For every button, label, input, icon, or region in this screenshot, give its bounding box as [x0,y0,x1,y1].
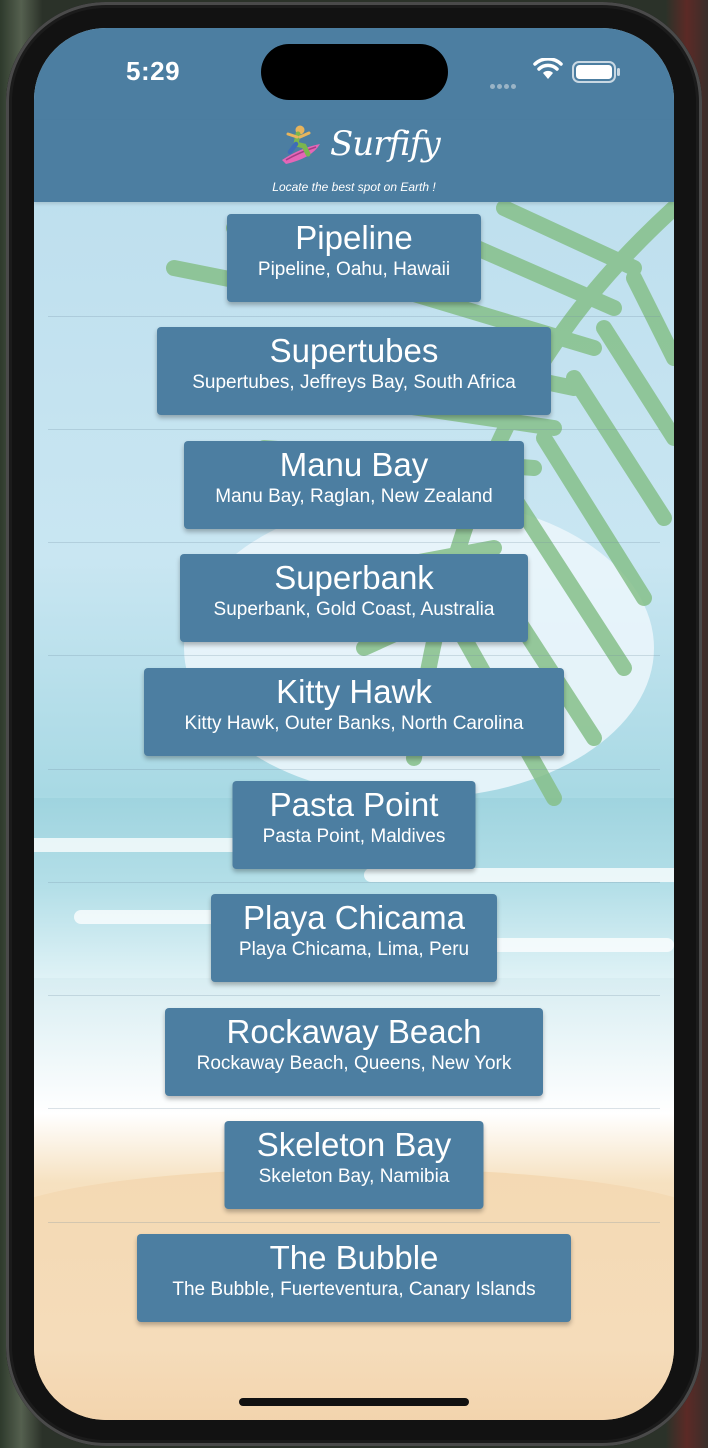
app-tagline: Locate the best spot on Earth ! [272,180,436,194]
spot-card-pasta-point[interactable]: Pasta Point Pasta Point, Maldives [232,781,476,869]
spot-location: Supertubes, Jeffreys Bay, South Africa [192,372,516,393]
surfer-icon [282,125,320,164]
cellular-signal-icon [490,76,518,94]
spot-location: Manu Bay, Raglan, New Zealand [215,486,493,507]
spot-location: Pasta Point, Maldives [262,826,446,847]
spot-card-skeleton-bay[interactable]: Skeleton Bay Skeleton Bay, Namibia [224,1121,484,1209]
spot-location: The Bubble, Fuerteventura, Canary Island… [172,1279,536,1300]
spot-card-pipeline[interactable]: Pipeline Pipeline, Oahu, Hawaii [227,214,481,302]
status-bar: 5:29 [34,28,674,120]
wifi-icon [533,58,563,79]
spot-name: Superbank [274,559,434,596]
app-screen: 5:29 Surfify Locate the best spot on Ear… [34,28,674,1420]
spot-card-playa-chicama[interactable]: Playa Chicama Playa Chicama, Lima, Peru [211,894,497,982]
spot-card-rockaway-beach[interactable]: Rockaway Beach Rockaway Beach, Queens, N… [165,1008,543,1096]
spot-card-manu-bay[interactable]: Manu Bay Manu Bay, Raglan, New Zealand [184,441,524,529]
spot-name: Kitty Hawk [276,673,432,710]
spot-location: Skeleton Bay, Namibia [258,1166,450,1187]
spot-card-kitty-hawk[interactable]: Kitty Hawk Kitty Hawk, Outer Banks, Nort… [144,668,564,756]
battery-icon [572,61,620,83]
clock-time: 5:29 [126,56,181,86]
spot-location: Kitty Hawk, Outer Banks, North Carolina [184,713,524,734]
spot-location: Superbank, Gold Coast, Australia [213,599,495,620]
home-indicator[interactable] [239,1398,469,1406]
spot-name: Skeleton Bay [256,1126,452,1163]
dynamic-island [261,44,448,100]
app-logo-text: Surfify [330,124,441,164]
spot-card-the-bubble[interactable]: The Bubble The Bubble, Fuerteventura, Ca… [137,1234,571,1322]
spot-card-superbank[interactable]: Superbank Superbank, Gold Coast, Austral… [180,554,528,642]
spot-name: Rockaway Beach [226,1013,482,1050]
spot-name: Manu Bay [279,446,429,483]
spot-card-supertubes[interactable]: Supertubes Supertubes, Jeffreys Bay, Sou… [157,327,551,415]
app-header: Surfify Locate the best spot on Earth ! [34,120,674,202]
spot-name: Supertubes [269,332,439,369]
spot-name: Pipeline [295,219,413,256]
spot-name: Pasta Point [269,786,439,823]
spot-name: The Bubble [269,1239,439,1276]
spot-location: Pipeline, Oahu, Hawaii [257,259,451,280]
spot-location: Rockaway Beach, Queens, New York [196,1053,512,1074]
spot-name: Playa Chicama [243,899,465,936]
spot-location: Playa Chicama, Lima, Peru [238,939,470,960]
